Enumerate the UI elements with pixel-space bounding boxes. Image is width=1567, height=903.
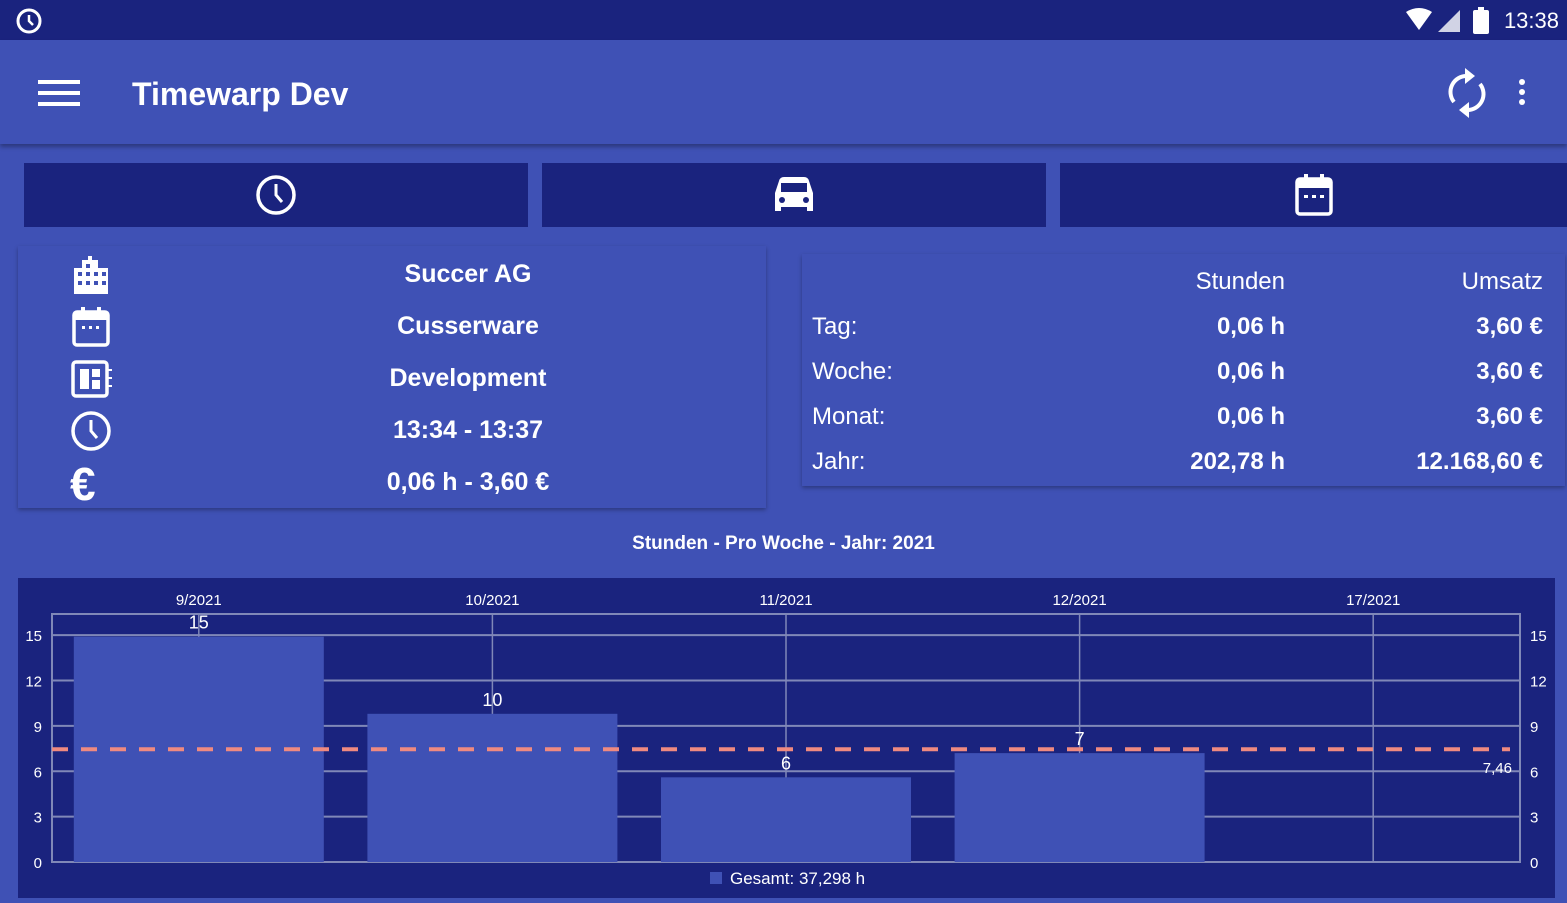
time-range: 13:34 - 13:37 [392, 416, 544, 444]
row-revenue: 3,60 € [1476, 403, 1543, 430]
bar-value-label: 7 [1075, 729, 1085, 749]
legend-label: Gesamt: 37,298 h [730, 869, 865, 888]
summary-row-day: Tag: 0,06 h 3,60 € [802, 313, 1565, 343]
bar-value-label: 15 [189, 613, 209, 633]
sync-icon[interactable] [1446, 68, 1488, 118]
project-name: Cusserware [397, 312, 539, 340]
summary-card: Stunden Umsatz Tag: 0,06 h 3,60 € Woche: 0,… [802, 254, 1565, 486]
y-tick-label-right: 12 [1530, 674, 1547, 691]
x-tick-label: 17/2021 [1346, 592, 1400, 609]
wifi-icon [1406, 8, 1460, 32]
app-bar: Timewarp Dev [0, 40, 1567, 144]
bar [661, 777, 911, 862]
x-tick-label: 12/2021 [1052, 592, 1106, 609]
clock-icon [71, 411, 111, 451]
y-tick-label-right: 0 [1530, 855, 1538, 872]
amount-row: € 0,06 h - 3,60 € [18, 458, 766, 510]
bar [954, 753, 1205, 862]
legend-swatch [710, 872, 722, 884]
summary-row-week: Woche: 0,06 h 3,60 € [802, 358, 1565, 388]
bar [367, 713, 618, 862]
client-name: Succer AG [404, 260, 532, 288]
current-entry-card[interactable]: Succer AG Cusserware Development 13:34 -… [18, 246, 766, 508]
euro-icon: € [70, 462, 96, 504]
summary-row-year: Jahr: 202,78 h 12.168,60 € [802, 448, 1565, 478]
menu-icon[interactable] [38, 78, 82, 108]
task-name: Development [389, 364, 547, 392]
time-row: 13:34 - 13:37 [18, 406, 766, 458]
calendar-icon [1294, 174, 1333, 216]
app-title: Timewarp Dev [132, 76, 349, 112]
y-tick-label-right: 3 [1530, 810, 1538, 827]
row-hours: 0,06 h [1216, 358, 1285, 385]
svg-text:€: € [70, 462, 96, 504]
row-label: Tag: [812, 313, 858, 340]
bar-value-label: 10 [482, 690, 502, 710]
y-tick-label-left: 0 [34, 855, 42, 872]
row-hours: 202,78 h [1190, 448, 1285, 475]
task-row: Development [18, 354, 766, 406]
alarm-clock-icon [16, 8, 42, 34]
average-label: 7,46 [1483, 760, 1512, 777]
y-tick-label-left: 12 [25, 674, 42, 691]
row-revenue: 3,60 € [1476, 358, 1543, 385]
calendar-icon [72, 307, 110, 347]
row-hours: 0,06 h [1216, 403, 1285, 430]
y-tick-label-right: 6 [1530, 764, 1538, 781]
y-tick-label-left: 9 [34, 719, 42, 736]
y-tick-label-right: 9 [1530, 719, 1538, 736]
battery-icon [1473, 7, 1489, 34]
row-label: Woche: [812, 358, 893, 385]
row-label: Jahr: [812, 448, 866, 475]
tab-time-tracking[interactable] [24, 163, 528, 227]
weekly-hours-chart[interactable]: 0 0 3 3 6 6 9 9 12 12 15 15 9/2021 10/2021 11/2021 12/2… [18, 578, 1555, 898]
project-row: Cusserware [18, 302, 766, 354]
task-icon [71, 360, 112, 398]
bar-value-label: 6 [781, 753, 791, 773]
y-tick-label-left: 15 [25, 628, 42, 645]
x-tick-label: 9/2021 [176, 592, 222, 609]
x-tick-label: 10/2021 [465, 592, 519, 609]
y-tick-label-right: 15 [1530, 628, 1547, 645]
tab-travel[interactable] [542, 163, 1046, 227]
row-revenue: 3,60 € [1476, 313, 1543, 340]
status-bar: 13:38 [0, 0, 1567, 40]
building-icon [74, 256, 108, 294]
more-vert-icon[interactable] [1512, 78, 1532, 108]
row-hours: 0,06 h [1216, 313, 1285, 340]
row-label: Monat: [812, 403, 886, 430]
car-icon [775, 177, 813, 211]
y-tick-label-left: 6 [34, 764, 42, 781]
summary-row-month: Monat: 0,06 h 3,60 € [802, 403, 1565, 433]
row-revenue: 12.168,60 € [1416, 448, 1543, 475]
y-tick-label-left: 3 [34, 810, 42, 827]
amount: 0,06 h - 3,60 € [386, 468, 550, 496]
header-hours: Stunden [1195, 268, 1285, 295]
chart-svg: 0 0 3 3 6 6 9 9 12 12 15 15 9/2021 10/2021 11/2021 12/2… [25, 592, 1547, 888]
x-tick-label: 11/2021 [759, 592, 812, 609]
tab-calendar[interactable] [1060, 163, 1567, 227]
client-row: Succer AG [18, 250, 766, 302]
chart-title: Stunden - Pro Woche - Jahr: 2021 [632, 533, 935, 554]
status-time: 13:38 [1503, 8, 1559, 33]
header-revenue: Umsatz [1461, 268, 1543, 295]
clock-icon [256, 175, 296, 215]
